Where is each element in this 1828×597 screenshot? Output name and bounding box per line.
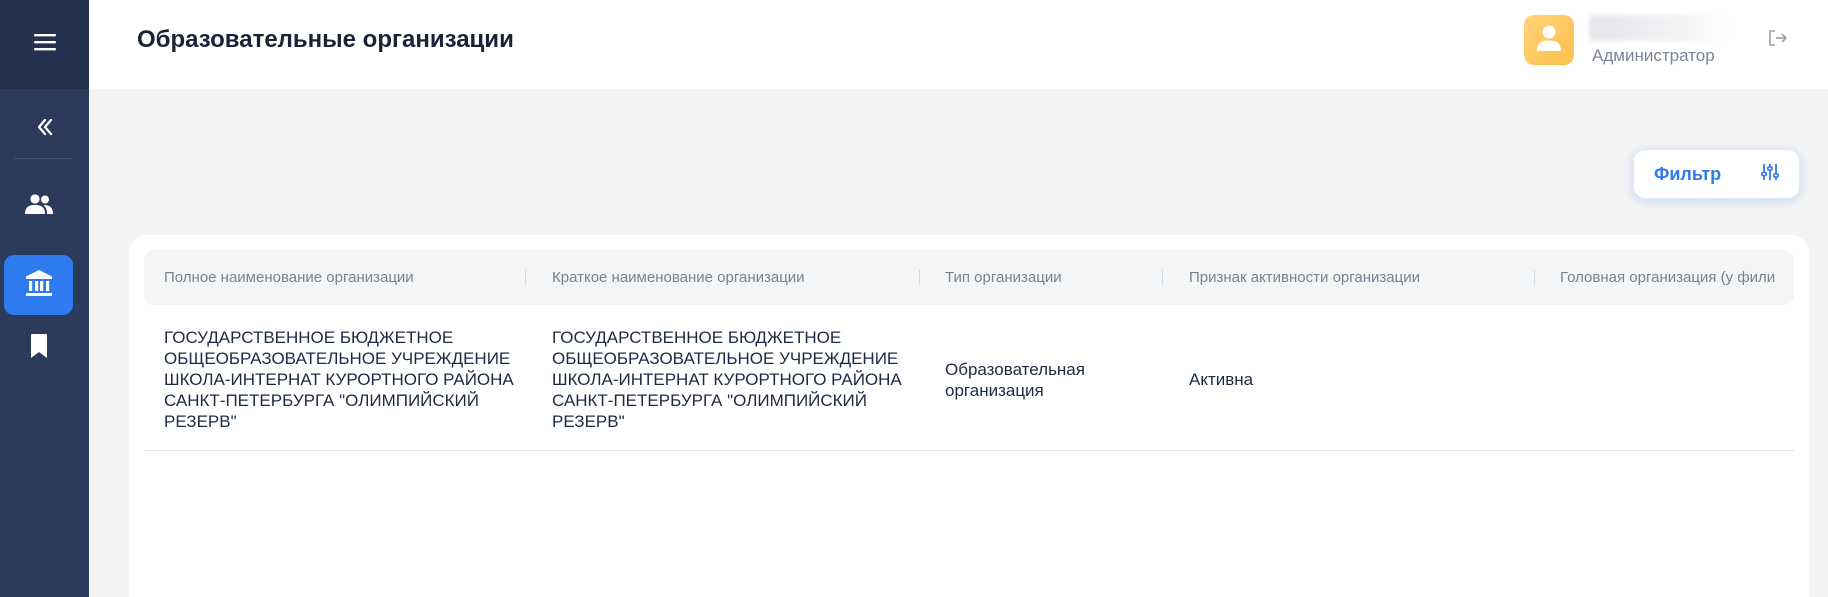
cell-full-name: ГОСУДАРСТВЕННОЕ БЮДЖЕТНОЕ ОБЩЕОБРАЗОВАТЕ… (164, 328, 514, 431)
sidebar-item-organizations[interactable] (4, 255, 73, 315)
column-divider[interactable] (525, 270, 526, 285)
users-icon (24, 193, 54, 220)
column-divider[interactable] (919, 270, 920, 285)
filter-sliders-icon (1761, 163, 1780, 186)
filter-label: Фильтр (1654, 163, 1722, 184)
menu-icon (33, 32, 57, 57)
avatar[interactable] (1524, 15, 1574, 65)
column-header-short-name[interactable]: Краткое наименование организации (552, 250, 902, 305)
username-redacted (1589, 15, 1729, 41)
menu-button[interactable] (0, 0, 89, 89)
logout-icon (1767, 28, 1789, 53)
top-header: Образовательные организации Администрато… (89, 0, 1828, 89)
user-role: Администратор (1592, 46, 1715, 65)
column-header-parent-org[interactable]: Головная организация (у фили (1560, 250, 1794, 305)
column-divider[interactable] (1162, 270, 1163, 285)
bookmark-icon (29, 333, 49, 364)
user-icon (1536, 24, 1562, 57)
column-header-full-name[interactable]: Полное наименование организации (164, 250, 514, 305)
cell-activity: Активна (1189, 370, 1254, 389)
filter-button[interactable]: Фильтр (1633, 149, 1800, 199)
organizations-table: Полное наименование организации Краткое … (129, 235, 1809, 597)
column-header-type[interactable]: Тип организации (945, 250, 1145, 305)
page-title: Образовательные организации (137, 26, 514, 53)
sidebar-item-users[interactable] (4, 178, 73, 234)
institution-icon (24, 268, 54, 303)
cell-type: Образовательная организация (945, 360, 1085, 400)
sidebar-item-bookmarks[interactable] (4, 320, 73, 376)
collapse-sidebar-button[interactable] (0, 98, 89, 160)
logout-button[interactable] (1764, 26, 1792, 54)
chevrons-left-icon (35, 117, 55, 142)
cell-short-name: ГОСУДАРСТВЕННОЕ БЮДЖЕТНОЕ ОБЩЕОБРАЗОВАТЕ… (552, 328, 902, 431)
sidebar-divider (14, 158, 72, 159)
table-row[interactable]: ГОСУДАРСТВЕННОЕ БЮДЖЕТНОЕ ОБЩЕОБРАЗОВАТЕ… (144, 305, 1794, 451)
sidebar (0, 0, 89, 597)
column-header-activity[interactable]: Признак активности организации (1189, 250, 1519, 305)
column-divider[interactable] (1534, 270, 1535, 285)
table-header: Полное наименование организации Краткое … (144, 250, 1794, 305)
